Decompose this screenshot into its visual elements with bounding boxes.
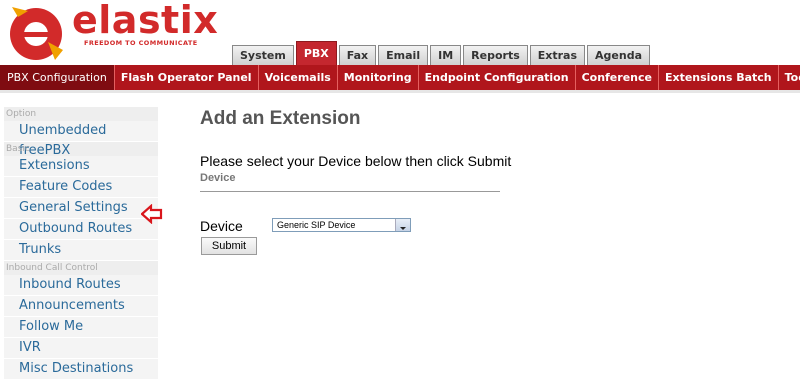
tab-agenda[interactable]: Agenda [587, 45, 650, 65]
module-flash-operator-panel[interactable]: Flash Operator Panel [115, 65, 259, 90]
dropdown-button[interactable] [395, 219, 410, 231]
tab-fax[interactable]: Fax [338, 45, 377, 65]
tab-reports[interactable]: Reports [463, 45, 528, 65]
left-arrow-icon [141, 204, 163, 224]
module-conference[interactable]: Conference [576, 65, 659, 90]
module-tools[interactable]: Tools [779, 65, 800, 90]
sidebar-item-unembedded-freepbx[interactable]: Unembedded freePBX [4, 121, 158, 158]
top-tabs: System PBX Fax Email IM Reports Extras A… [232, 39, 652, 65]
brand-tagline: FREEDOM TO COMMUNICATE [84, 39, 198, 47]
elastix-logo-icon [10, 7, 63, 60]
chevron-down-icon [400, 227, 406, 230]
sidebar-item-outbound-routes[interactable]: Outbound Routes [4, 219, 158, 240]
sidebar-item-feature-codes[interactable]: Feature Codes [4, 177, 158, 198]
tab-email[interactable]: Email [378, 45, 429, 65]
device-field-label: Device [200, 218, 243, 234]
sidebar-item-trunks[interactable]: Trunks [4, 240, 158, 261]
submit-button[interactable]: Submit [201, 237, 257, 255]
device-section-label: Device [200, 172, 236, 184]
header: elastix FREEDOM TO COMMUNICATE System PB… [0, 0, 800, 65]
module-monitoring[interactable]: Monitoring [338, 65, 419, 90]
tab-system[interactable]: System [232, 45, 294, 65]
module-extensions-batch[interactable]: Extensions Batch [659, 65, 779, 90]
module-voicemails[interactable]: Voicemails [259, 65, 338, 90]
device-select[interactable]: Generic SIP Device [272, 218, 411, 232]
tab-pbx[interactable]: PBX [295, 41, 337, 65]
sidebar-item-follow-me[interactable]: Follow Me [4, 317, 158, 338]
instruction-text: Please select your Device below then cli… [200, 153, 512, 169]
sidebar-item-extensions[interactable]: Extensions [4, 156, 158, 177]
section-divider [200, 191, 500, 192]
brand-name: elastix [72, 0, 219, 42]
sidebar: Option Unembedded freePBX Basic Extensio… [4, 107, 158, 380]
device-select-value: Generic SIP Device [277, 220, 356, 230]
tab-extras[interactable]: Extras [529, 45, 586, 65]
page-title: Add an Extension [200, 108, 361, 129]
tab-im[interactable]: IM [430, 45, 462, 65]
sidebar-item-ivr[interactable]: IVR [4, 338, 158, 359]
sidebar-item-announcements[interactable]: Announcements [4, 296, 158, 317]
module-pbx-configuration[interactable]: PBX Configuration [0, 65, 115, 90]
sidebar-section-basic: Basic [4, 142, 158, 156]
sidebar-section-inbound-call-control: Inbound Call Control [4, 261, 158, 275]
module-bar: PBX Configuration Flash Operator Panel V… [0, 65, 800, 90]
sidebar-item-misc-destinations[interactable]: Misc Destinations [4, 359, 158, 380]
sidebar-section-option: Option [4, 107, 158, 121]
module-bar-divider [0, 90, 800, 93]
sidebar-item-general-settings[interactable]: General Settings [4, 198, 158, 219]
module-endpoint-configuration[interactable]: Endpoint Configuration [419, 65, 576, 90]
sidebar-item-inbound-routes[interactable]: Inbound Routes [4, 275, 158, 296]
